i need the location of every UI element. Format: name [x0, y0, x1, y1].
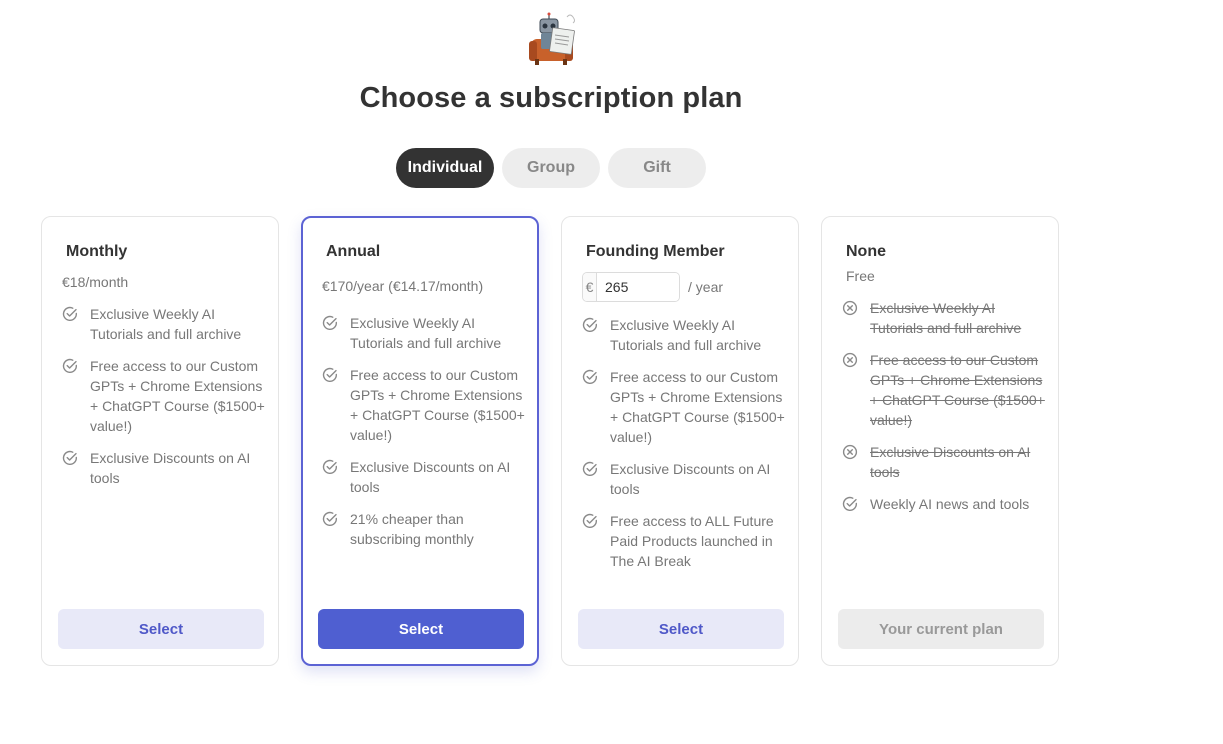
x-circle-icon — [842, 444, 858, 460]
plan-title: Annual — [326, 243, 381, 260]
check-circle-icon — [62, 450, 78, 466]
list-item: Exclusive Discounts on AI tools — [62, 448, 266, 488]
feature-text: Exclusive Discounts on AI tools — [870, 444, 1031, 480]
feature-text: Exclusive Weekly AI Tutorials and full a… — [350, 315, 502, 351]
feature-list: Exclusive Weekly AI Tutorials and full a… — [582, 315, 786, 583]
feature-list: Exclusive Weekly AI Tutorials and full a… — [842, 298, 1046, 526]
feature-text: Exclusive Weekly AI Tutorials and full a… — [870, 300, 1022, 336]
x-circle-icon — [842, 300, 858, 316]
feature-text: Exclusive Discounts on AI tools — [610, 461, 771, 497]
check-circle-icon — [322, 511, 338, 527]
feature-text: Free access to our Custom GPTs + Chrome … — [350, 367, 525, 443]
check-circle-icon — [582, 461, 598, 477]
feature-text: Exclusive Discounts on AI tools — [90, 450, 251, 486]
currency-prefix: € — [583, 273, 597, 301]
feature-text: Exclusive Discounts on AI tools — [350, 459, 511, 495]
list-item: Weekly AI news and tools — [842, 494, 1046, 514]
select-monthly-button[interactable]: Select — [58, 609, 264, 649]
plan-price: €18/month — [62, 274, 129, 290]
list-item: Free access to our Custom GPTs + Chrome … — [582, 367, 786, 447]
amount-field: € — [582, 272, 680, 302]
feature-text: Exclusive Weekly AI Tutorials and full a… — [610, 317, 762, 353]
plan-type-tabs: Individual Group Gift — [396, 148, 706, 188]
check-circle-icon — [842, 496, 858, 512]
feature-text: Free access to our Custom GPTs + Chrome … — [610, 369, 785, 445]
check-circle-icon — [582, 369, 598, 385]
list-item: Free access to our Custom GPTs + Chrome … — [322, 365, 525, 445]
amount-input[interactable] — [597, 273, 679, 301]
plan-card-founding-member: Founding Member € / year Exclusive Weekl… — [561, 216, 799, 666]
feature-text: Free access to ALL Future Paid Products … — [610, 513, 774, 569]
check-circle-icon — [322, 459, 338, 475]
feature-list: Exclusive Weekly AI Tutorials and full a… — [322, 313, 525, 561]
amount-suffix: / year — [688, 279, 724, 295]
list-item: 21% cheaper than subscribing monthly — [322, 509, 525, 549]
x-circle-icon — [842, 352, 858, 368]
list-item: Exclusive Weekly AI Tutorials and full a… — [842, 298, 1046, 338]
plan-title: None — [846, 243, 886, 260]
list-item: Exclusive Weekly AI Tutorials and full a… — [582, 315, 786, 355]
amount-row: € / year — [582, 272, 723, 302]
robot-logo — [527, 11, 579, 67]
check-circle-icon — [62, 358, 78, 374]
plan-card-none: None Free Exclusive Weekly AI Tutorials … — [821, 216, 1059, 666]
list-item: Free access to our Custom GPTs + Chrome … — [842, 350, 1046, 430]
list-item: Free access to our Custom GPTs + Chrome … — [62, 356, 266, 436]
feature-list: Exclusive Weekly AI Tutorials and full a… — [62, 304, 266, 500]
list-item: Exclusive Discounts on AI tools — [322, 457, 525, 497]
list-item: Exclusive Weekly AI Tutorials and full a… — [62, 304, 266, 344]
tab-individual[interactable]: Individual — [396, 148, 494, 188]
select-annual-button[interactable]: Select — [318, 609, 524, 649]
check-circle-icon — [582, 317, 598, 333]
check-circle-icon — [62, 306, 78, 322]
plan-card-monthly: Monthly €18/month Exclusive Weekly AI Tu… — [41, 216, 279, 666]
plan-title: Monthly — [66, 243, 128, 260]
feature-text: Weekly AI news and tools — [870, 496, 1030, 512]
feature-text: Free access to our Custom GPTs + Chrome … — [90, 358, 265, 434]
page-title: Choose a subscription plan — [359, 82, 743, 114]
plan-price: €170/year (€14.17/month) — [322, 278, 484, 294]
check-circle-icon — [322, 367, 338, 383]
list-item: Free access to ALL Future Paid Products … — [582, 511, 786, 571]
check-circle-icon — [582, 513, 598, 529]
list-item: Exclusive Discounts on AI tools — [842, 442, 1046, 482]
feature-text: 21% cheaper than subscribing monthly — [350, 511, 474, 547]
list-item: Exclusive Weekly AI Tutorials and full a… — [322, 313, 525, 353]
feature-text: Free access to our Custom GPTs + Chrome … — [870, 352, 1045, 428]
plan-title: Founding Member — [586, 243, 725, 260]
plan-price: Free — [846, 268, 875, 284]
current-plan-button[interactable]: Your current plan — [838, 609, 1044, 649]
tab-gift[interactable]: Gift — [608, 148, 706, 188]
tab-group[interactable]: Group — [502, 148, 600, 188]
feature-text: Exclusive Weekly AI Tutorials and full a… — [90, 306, 242, 342]
plan-card-annual: Annual €170/year (€14.17/month) Exclusiv… — [301, 216, 539, 666]
select-founding-member-button[interactable]: Select — [578, 609, 784, 649]
check-circle-icon — [322, 315, 338, 331]
list-item: Exclusive Discounts on AI tools — [582, 459, 786, 499]
